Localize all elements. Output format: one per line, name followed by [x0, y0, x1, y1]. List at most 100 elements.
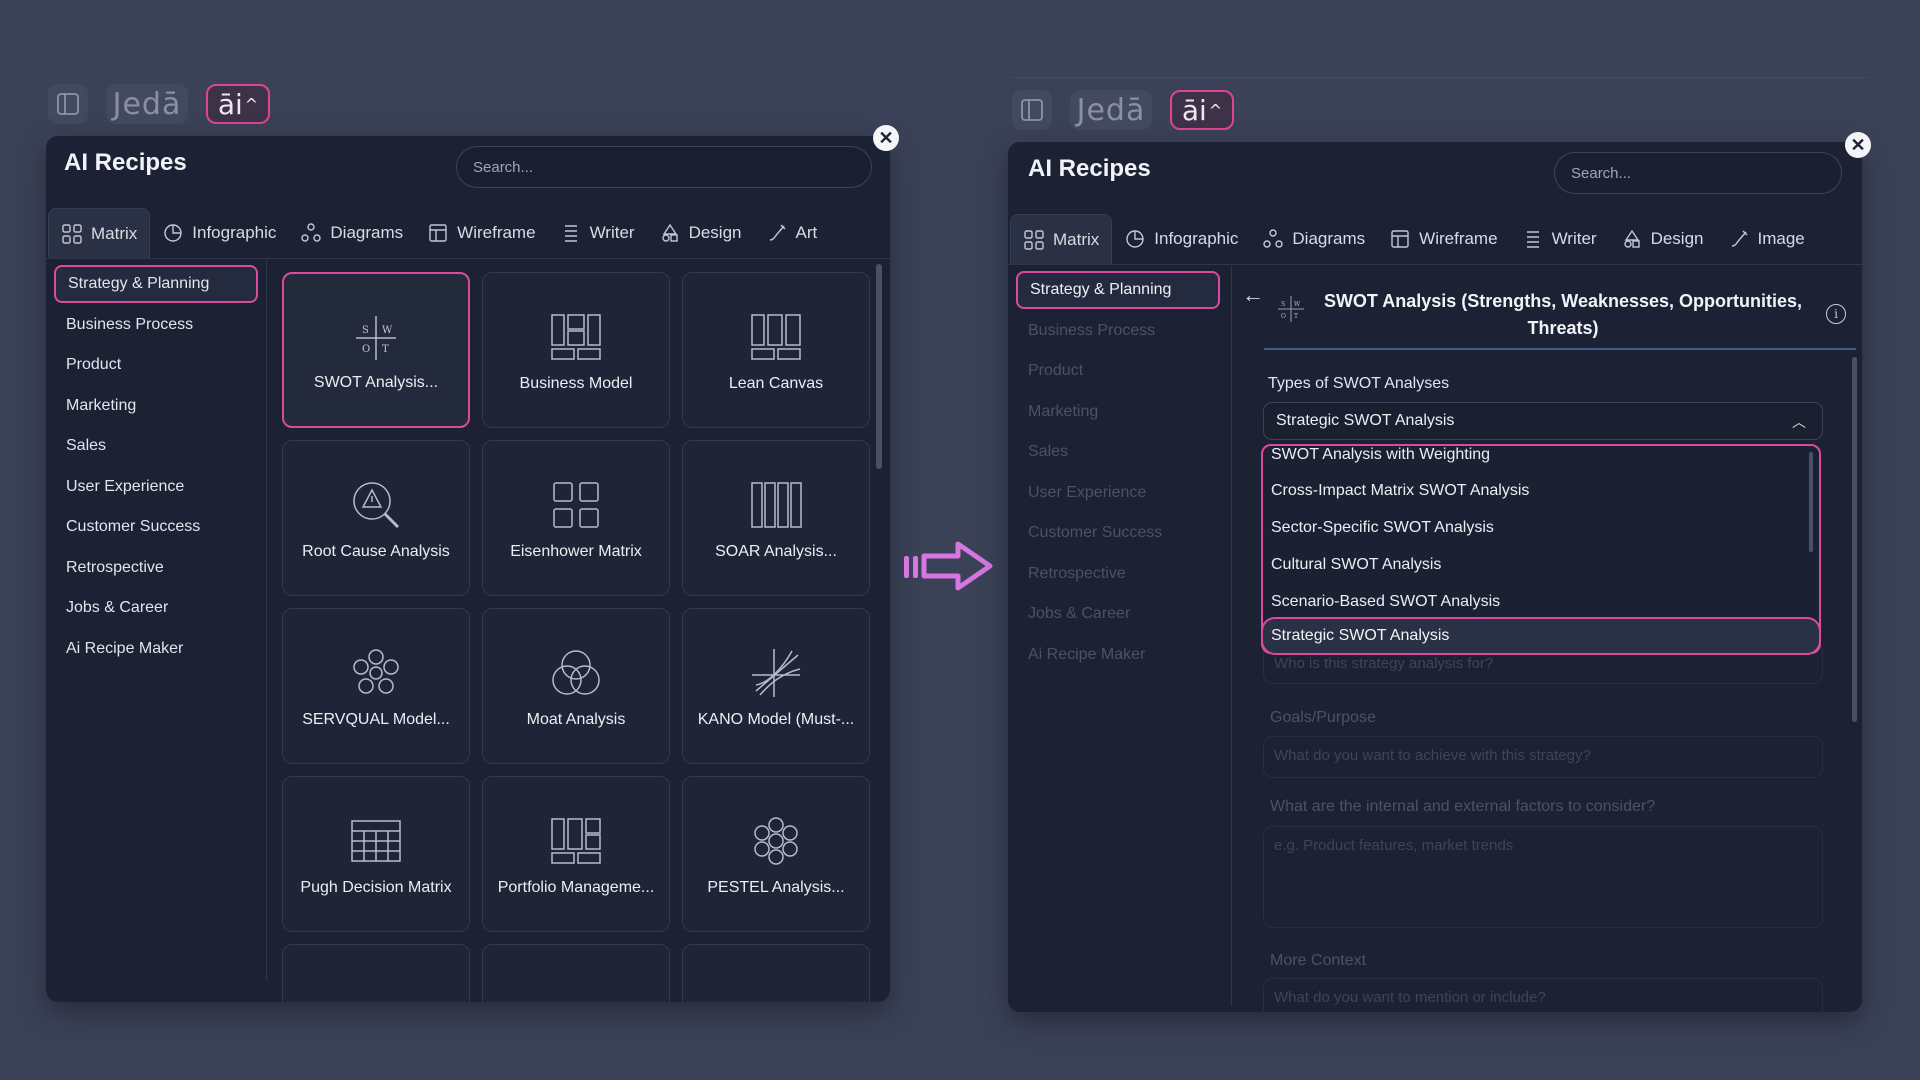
dropdown-scrollbar[interactable] [1809, 452, 1813, 552]
option-cultural[interactable]: Cultural SWOT Analysis [1271, 556, 1441, 574]
jeda-logo: Jedā [106, 84, 188, 124]
recipe-card-eisenhower[interactable]: Eisenhower Matrix [482, 440, 670, 596]
category-retrospective[interactable]: Retrospective [1016, 555, 1220, 593]
tab-wireframe[interactable]: Wireframe [1377, 214, 1509, 264]
tab-label: Diagrams [330, 223, 404, 242]
category-business-process[interactable]: Business Process [54, 306, 258, 344]
category-user-experience[interactable]: User Experience [54, 468, 258, 506]
panel-title: AI Recipes [1028, 155, 1151, 182]
detail-scrollbar[interactable] [1852, 357, 1857, 722]
tab-matrix[interactable]: Matrix [1010, 214, 1113, 264]
recipe-title: SWOT Analysis (Strengths, Weaknesses, Op… [1318, 288, 1808, 342]
category-ai-recipe-maker[interactable]: Ai Recipe Maker [54, 630, 258, 668]
option-scenario-based[interactable]: Scenario-Based SWOT Analysis [1271, 593, 1500, 611]
category-customer-success[interactable]: Customer Success [54, 508, 258, 546]
recipe-card-partial[interactable] [482, 944, 670, 1002]
tab-label: Infographic [192, 223, 277, 242]
swot-type-dropdown: SWOT Analysis with Weighting Cross-Impac… [1261, 444, 1821, 655]
option-sector-specific[interactable]: Sector-Specific SWOT Analysis [1271, 519, 1494, 537]
category-list: Strategy & Planning Business Process Pro… [54, 265, 258, 670]
category-sales[interactable]: Sales [1016, 433, 1220, 471]
recipe-card-swot[interactable]: S W O T SWOT Analysis... [282, 272, 470, 428]
category-jobs-career[interactable]: Jobs & Career [1016, 595, 1220, 633]
category-jobs-career[interactable]: Jobs & Career [54, 589, 258, 627]
category-business-process[interactable]: Business Process [1016, 312, 1220, 350]
recipe-card-portfolio[interactable]: Portfolio Manageme... [482, 776, 670, 932]
back-arrow-icon[interactable]: ← [1242, 282, 1264, 308]
tab-image[interactable]: Image [1716, 214, 1817, 264]
recipe-card-partial[interactable] [682, 944, 870, 1002]
columns-icon [748, 477, 804, 533]
brush-icon [1731, 230, 1747, 247]
tab-label: Matrix [1053, 229, 1100, 249]
tab-art[interactable]: Art [754, 208, 830, 258]
recipe-card-soar[interactable]: SOAR Analysis... [682, 440, 870, 596]
tab-infographic[interactable]: Infographic [150, 208, 288, 258]
swot-type-select[interactable]: Strategic SWOT Analysis ︿ [1263, 402, 1823, 440]
category-sales[interactable]: Sales [54, 427, 258, 465]
category-product[interactable]: Product [1016, 352, 1220, 390]
card-label: Root Cause Analysis [302, 543, 450, 560]
lean-canvas-icon [748, 309, 804, 365]
tab-infographic[interactable]: Infographic [1112, 214, 1250, 264]
shapes-icon [1623, 229, 1640, 248]
category-strategy-planning[interactable]: Strategy & Planning [54, 265, 258, 303]
close-icon[interactable]: ✕ [1845, 132, 1871, 158]
option-weighting[interactable]: SWOT Analysis with Weighting [1271, 446, 1490, 464]
card-label: Business Model [519, 375, 633, 392]
sidebar-toggle-button[interactable] [48, 84, 88, 124]
recipe-card-pugh[interactable]: Pugh Decision Matrix [282, 776, 470, 932]
sidebar-panel-icon [1021, 99, 1043, 121]
tab-writer[interactable]: Writer [1510, 214, 1609, 264]
recipe-card-servqual[interactable]: SERVQUAL Model... [282, 608, 470, 764]
recipe-card-pestel[interactable]: PESTEL Analysis... [682, 776, 870, 932]
tab-writer[interactable]: Writer [548, 208, 647, 258]
jeda-logo: Jedā [1070, 90, 1152, 130]
recipe-card-kano[interactable]: KANO Model (Must-... [682, 608, 870, 764]
pie-chart-icon [164, 224, 182, 242]
context-input[interactable]: What do you want to mention or include? [1263, 978, 1823, 1012]
category-ai-recipe-maker[interactable]: Ai Recipe Maker [1016, 636, 1220, 674]
category-tabs: Matrix Infographic Diagrams Wireframe Wr… [48, 208, 829, 258]
category-customer-success[interactable]: Customer Success [1016, 514, 1220, 552]
option-strategic-selected[interactable]: Strategic SWOT Analysis [1261, 617, 1821, 655]
tab-diagrams[interactable]: Diagrams [1250, 214, 1377, 264]
nodes-icon [301, 223, 322, 242]
recipe-card-lean-canvas[interactable]: Lean Canvas [682, 272, 870, 428]
recipe-card-moat[interactable]: Moat Analysis [482, 608, 670, 764]
tab-diagrams[interactable]: Diagrams [288, 208, 415, 258]
tab-wireframe[interactable]: Wireframe [415, 208, 547, 258]
ai-menu-button[interactable]: āi ^ [206, 84, 270, 124]
close-icon[interactable]: ✕ [873, 125, 899, 151]
search-input[interactable] [1554, 152, 1842, 194]
info-icon[interactable]: i [1826, 304, 1846, 324]
category-strategy-planning[interactable]: Strategy & Planning [1016, 271, 1220, 309]
goals-input[interactable]: What do you want to achieve with this st… [1263, 736, 1823, 778]
category-product[interactable]: Product [54, 346, 258, 384]
category-marketing[interactable]: Marketing [54, 387, 258, 425]
pie-chart-icon [1126, 230, 1144, 248]
ai-menu-button[interactable]: āi ^ [1170, 90, 1234, 130]
tab-matrix[interactable]: Matrix [48, 208, 151, 258]
sidebar-toggle-button[interactable] [1012, 90, 1052, 130]
category-marketing[interactable]: Marketing [1016, 393, 1220, 431]
category-retrospective[interactable]: Retrospective [54, 549, 258, 587]
wireframe-icon [1391, 230, 1409, 248]
recipe-card-business-model[interactable]: Business Model [482, 272, 670, 428]
header-underline [1264, 348, 1856, 350]
tab-label: Diagrams [1292, 229, 1366, 248]
factors-textarea[interactable]: e.g. Product features, market trends [1263, 826, 1823, 928]
option-cross-impact[interactable]: Cross-Impact Matrix SWOT Analysis [1271, 482, 1529, 500]
cards-scrollbar[interactable] [876, 264, 882, 469]
recipe-card-root-cause[interactable]: Root Cause Analysis [282, 440, 470, 596]
search-input[interactable] [456, 146, 872, 188]
tab-divider [1008, 264, 1862, 265]
chevron-up-icon: ︿ [1792, 414, 1806, 430]
tab-design[interactable]: Design [647, 208, 754, 258]
grid-icon [1024, 229, 1044, 250]
magnifier-warning-icon [348, 477, 404, 533]
recipe-card-partial[interactable] [282, 944, 470, 1002]
tab-design[interactable]: Design [1609, 214, 1716, 264]
factors-label: What are the internal and external facto… [1270, 798, 1656, 815]
category-user-experience[interactable]: User Experience [1016, 474, 1220, 512]
